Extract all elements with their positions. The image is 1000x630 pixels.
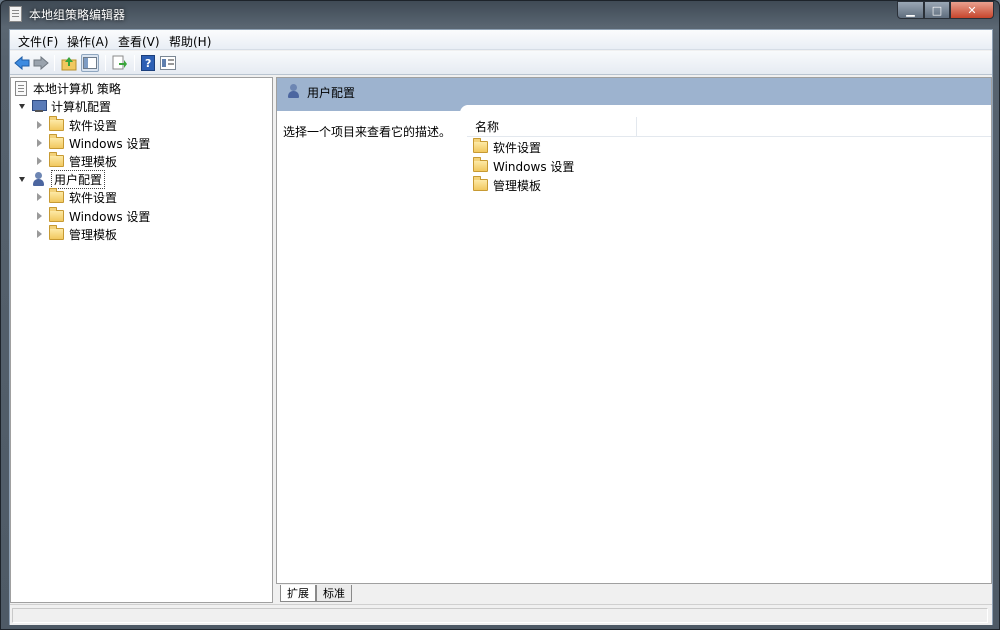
user-icon <box>31 171 47 187</box>
tree-item-windows-settings[interactable]: Windows 设置 <box>37 134 150 152</box>
client-area: 文件(F) 操作(A) 查看(V) 帮助(H) ? 本地计算机 策略 计算机配置… <box>9 29 993 625</box>
list-item[interactable]: 管理模板 <box>473 176 541 194</box>
list-item-label: Windows 设置 <box>493 159 575 174</box>
status-bar <box>10 604 992 625</box>
close-button[interactable]: ✕ <box>950 1 994 19</box>
list-item[interactable]: Windows 设置 <box>473 157 574 175</box>
tree-item-label: 本地计算机 策略 <box>33 81 121 96</box>
main-window: 本地组策略编辑器 ▁ □ ✕ 文件(F) 操作(A) 查看(V) 帮助(H) ?… <box>0 0 1000 630</box>
forward-button[interactable] <box>32 54 50 72</box>
menu-file[interactable]: 文件(F) <box>18 33 58 50</box>
menu-help[interactable]: 帮助(H) <box>169 33 211 50</box>
title-bar[interactable]: 本地组策略编辑器 ▁ □ ✕ <box>1 1 999 27</box>
tree-item-user-config[interactable]: 用户配置 <box>19 169 106 189</box>
tree-item-label: 管理模板 <box>69 227 118 242</box>
help-icon: ? <box>141 55 155 71</box>
tree-item-software-settings[interactable]: 软件设置 <box>37 188 117 206</box>
header-curve <box>460 105 991 113</box>
toolbar-separator <box>134 55 135 71</box>
help-button[interactable]: ? <box>139 54 157 72</box>
app-icon[interactable] <box>9 6 22 22</box>
tree-item-label: Windows 设置 <box>69 209 151 224</box>
caption-buttons: ▁ □ ✕ <box>897 1 994 19</box>
export-list-icon <box>112 55 127 70</box>
toolbar: ? <box>10 51 992 75</box>
maximize-button[interactable]: □ <box>924 1 950 19</box>
collapse-arrow-icon[interactable] <box>37 212 42 220</box>
policy-document-icon <box>15 80 27 96</box>
details-pane: 用户配置 选择一个项目来查看它的描述。 名称 软件设置 Windows 设置 管… <box>276 77 992 584</box>
tree-item-label: 用户配置 <box>51 169 106 189</box>
description-text: 选择一个项目来查看它的描述。 <box>283 125 452 139</box>
folder-icon <box>49 225 64 240</box>
tree-item-admin-templates[interactable]: 管理模板 <box>37 225 117 243</box>
svg-text:?: ? <box>145 57 151 70</box>
toolbar-separator <box>54 55 55 71</box>
tree-item-computer-config[interactable]: 计算机配置 <box>19 97 111 115</box>
properties-icon <box>160 56 176 70</box>
collapse-arrow-icon[interactable] <box>37 157 42 165</box>
collapse-arrow-icon[interactable] <box>37 230 42 238</box>
back-button[interactable] <box>13 54 31 72</box>
up-folder-icon <box>61 57 77 71</box>
collapse-arrow-icon[interactable] <box>37 139 42 147</box>
window-title: 本地组策略编辑器 <box>29 8 126 22</box>
header-band <box>277 105 467 111</box>
folder-icon <box>473 176 488 191</box>
details-header-title: 用户配置 <box>307 86 356 100</box>
back-icon <box>14 56 30 70</box>
folder-icon <box>49 134 64 149</box>
tree-item-label: 管理模板 <box>69 154 118 169</box>
folder-icon <box>473 157 488 172</box>
status-text <box>12 608 988 623</box>
console-tree-icon <box>83 57 97 69</box>
collapse-arrow-icon[interactable] <box>37 121 42 129</box>
column-header-name[interactable]: 名称 <box>467 117 637 137</box>
forward-icon <box>33 56 49 70</box>
expand-arrow-icon[interactable] <box>19 103 25 109</box>
tree-item-label: 软件设置 <box>69 118 118 133</box>
tab-standard[interactable]: 标准 <box>316 585 352 602</box>
folder-icon <box>49 152 64 167</box>
properties-button[interactable] <box>159 54 177 72</box>
folder-icon <box>49 188 64 203</box>
list-item-label: 管理模板 <box>493 178 542 193</box>
details-header: 用户配置 <box>277 78 991 105</box>
toolbar-separator <box>105 55 106 71</box>
list-item[interactable]: 软件设置 <box>473 138 541 156</box>
minimize-button[interactable]: ▁ <box>897 1 924 19</box>
tree-item-windows-settings[interactable]: Windows 设置 <box>37 207 150 225</box>
computer-icon <box>31 98 47 114</box>
show-hide-tree-button[interactable] <box>81 54 99 72</box>
menu-bar: 文件(F) 操作(A) 查看(V) 帮助(H) <box>10 30 992 50</box>
list-item-label: 软件设置 <box>493 140 542 155</box>
expand-arrow-icon[interactable] <box>19 176 25 182</box>
menu-view[interactable]: 查看(V) <box>118 33 160 50</box>
list-header: 名称 <box>467 117 991 137</box>
tab-extended[interactable]: 扩展 <box>280 585 316 602</box>
folder-icon <box>49 116 64 131</box>
tree-item-software-settings[interactable]: 软件设置 <box>37 116 117 134</box>
collapse-arrow-icon[interactable] <box>37 193 42 201</box>
console-tree: 本地计算机 策略 计算机配置 软件设置 Windows 设置 管理模板 用户配置… <box>10 77 273 603</box>
export-list-button[interactable] <box>111 54 129 72</box>
tree-item-label: 软件设置 <box>69 190 118 205</box>
view-tabs: 扩展 标准 <box>276 585 992 603</box>
menu-action[interactable]: 操作(A) <box>67 33 109 50</box>
tree-item-admin-templates[interactable]: 管理模板 <box>37 152 117 170</box>
user-icon <box>286 83 302 99</box>
tree-item-label: Windows 设置 <box>69 136 151 151</box>
tree-item-root[interactable]: 本地计算机 策略 <box>15 79 121 97</box>
folder-icon <box>473 138 488 153</box>
up-button[interactable] <box>60 54 78 72</box>
tree-item-label: 计算机配置 <box>51 99 112 114</box>
folder-icon <box>49 207 64 222</box>
